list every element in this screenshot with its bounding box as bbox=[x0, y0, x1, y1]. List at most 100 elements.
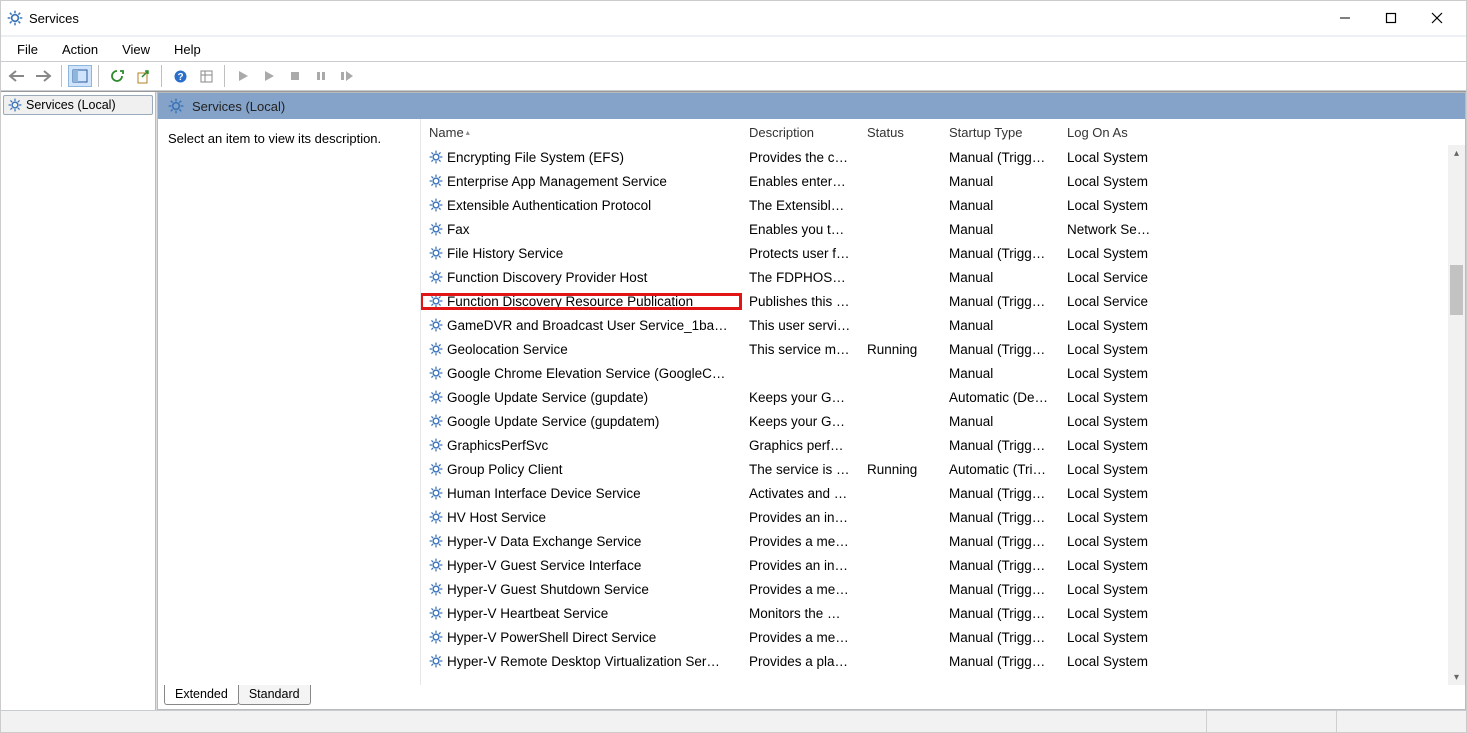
close-button[interactable] bbox=[1414, 2, 1460, 34]
column-header-startup[interactable]: Startup Type bbox=[941, 119, 1059, 145]
service-logon: Local System bbox=[1059, 318, 1161, 333]
help-button[interactable]: ? bbox=[168, 65, 192, 87]
service-name: Group Policy Client bbox=[447, 462, 563, 477]
start-service-button[interactable] bbox=[231, 65, 255, 87]
service-row[interactable]: Hyper-V Guest Shutdown ServiceProvides a… bbox=[421, 577, 1465, 601]
service-gear-icon bbox=[429, 390, 443, 404]
column-header-name[interactable]: Name▴ bbox=[421, 119, 741, 145]
menu-action[interactable]: Action bbox=[52, 40, 108, 59]
sort-asc-icon: ▴ bbox=[466, 128, 470, 137]
properties-button[interactable] bbox=[194, 65, 218, 87]
view-tabs: Extended Standard bbox=[158, 685, 1465, 709]
export-list-button[interactable] bbox=[131, 65, 155, 87]
service-row[interactable]: Enterprise App Management ServiceEnables… bbox=[421, 169, 1465, 193]
service-row[interactable]: Hyper-V Data Exchange Service Provides a … bbox=[421, 529, 1465, 553]
back-button[interactable] bbox=[5, 65, 29, 87]
service-gear-icon bbox=[429, 150, 443, 164]
service-row[interactable]: Extensible Authentication ProtocolThe Ex… bbox=[421, 193, 1465, 217]
service-row[interactable]: Function Discovery Provider HostThe FDPH… bbox=[421, 265, 1465, 289]
service-row[interactable]: Hyper-V Remote Desktop Virtualization Se… bbox=[421, 649, 1465, 673]
service-row[interactable]: Hyper-V Heartbeat ServiceMonitors the …M… bbox=[421, 601, 1465, 625]
scrollbar-up-icon[interactable]: ▴ bbox=[1448, 145, 1465, 161]
service-logon: Local System bbox=[1059, 390, 1161, 405]
service-gear-icon bbox=[429, 462, 443, 476]
restart-service-button[interactable] bbox=[335, 65, 359, 87]
column-header-status[interactable]: Status bbox=[859, 119, 941, 145]
service-row[interactable]: Function Discovery Resource PublicationP… bbox=[421, 289, 1465, 313]
service-gear-icon bbox=[429, 270, 443, 284]
column-header-logon[interactable]: Log On As bbox=[1059, 119, 1161, 145]
service-name: Human Interface Device Service bbox=[447, 486, 641, 501]
service-row[interactable]: Google Update Service (gupdate)Keeps you… bbox=[421, 385, 1465, 409]
service-description: The service is r… bbox=[741, 462, 859, 477]
service-startup: Manual (Trigg… bbox=[941, 486, 1059, 501]
service-row[interactable]: Google Update Service (gupdatem)Keeps yo… bbox=[421, 409, 1465, 433]
service-startup: Manual bbox=[941, 174, 1059, 189]
service-name: Hyper-V Guest Service Interface bbox=[447, 558, 641, 573]
service-description: Keeps your G… bbox=[741, 414, 859, 429]
service-startup: Manual (Trigg… bbox=[941, 342, 1059, 357]
menu-help[interactable]: Help bbox=[164, 40, 211, 59]
service-logon: Local System bbox=[1059, 246, 1161, 261]
service-description: Provides a me… bbox=[741, 630, 859, 645]
minimize-button[interactable] bbox=[1322, 2, 1368, 34]
show-hide-console-tree-button[interactable] bbox=[68, 65, 92, 87]
service-startup: Manual (Trigg… bbox=[941, 246, 1059, 261]
service-row[interactable]: HV Host ServiceProvides an in…Manual (Tr… bbox=[421, 505, 1465, 529]
service-logon: Local System bbox=[1059, 198, 1161, 213]
scrollbar-thumb[interactable] bbox=[1450, 265, 1463, 315]
service-gear-icon bbox=[429, 606, 443, 620]
refresh-button[interactable] bbox=[105, 65, 129, 87]
service-row[interactable]: Google Chrome Elevation Service (GoogleC… bbox=[421, 361, 1465, 385]
title-bar: Services bbox=[1, 1, 1466, 35]
service-description: Provides a me… bbox=[741, 582, 859, 597]
service-row[interactable]: Hyper-V PowerShell Direct ServiceProvide… bbox=[421, 625, 1465, 649]
service-name: Hyper-V Data Exchange Service bbox=[447, 534, 641, 549]
gear-icon bbox=[168, 98, 184, 114]
service-name: Extensible Authentication Protocol bbox=[447, 198, 651, 213]
service-row[interactable]: FaxEnables you t…ManualNetwork Se… bbox=[421, 217, 1465, 241]
forward-button[interactable] bbox=[31, 65, 55, 87]
scrollbar-down-icon[interactable]: ▾ bbox=[1448, 669, 1465, 685]
service-startup: Automatic (De… bbox=[941, 390, 1059, 405]
service-description: Enables enter… bbox=[741, 174, 859, 189]
service-logon: Local System bbox=[1059, 534, 1161, 549]
svg-text:?: ? bbox=[177, 72, 183, 83]
menu-file[interactable]: File bbox=[7, 40, 48, 59]
service-description: The FDPHOST … bbox=[741, 270, 859, 285]
service-row[interactable]: GraphicsPerfSvcGraphics perf…Manual (Tri… bbox=[421, 433, 1465, 457]
start-service-alt-button[interactable] bbox=[257, 65, 281, 87]
service-row[interactable]: Group Policy ClientThe service is r…Runn… bbox=[421, 457, 1465, 481]
service-logon: Local System bbox=[1059, 342, 1161, 357]
tab-standard[interactable]: Standard bbox=[238, 685, 311, 705]
service-gear-icon bbox=[429, 486, 443, 500]
details-pane: Services (Local) Select an item to view … bbox=[156, 92, 1466, 710]
service-row[interactable]: Human Interface Device ServiceActivates … bbox=[421, 481, 1465, 505]
service-name: File History Service bbox=[447, 246, 563, 261]
service-row[interactable]: File History Service Protects user f… Manu… bbox=[421, 241, 1465, 265]
pause-service-button[interactable] bbox=[309, 65, 333, 87]
service-name: Google Chrome Elevation Service (GoogleC… bbox=[447, 366, 725, 381]
service-row[interactable]: Encrypting File System (EFS)Provides the… bbox=[421, 145, 1465, 169]
service-logon: Local System bbox=[1059, 510, 1161, 525]
service-startup: Manual (Trigg… bbox=[941, 438, 1059, 453]
tab-extended[interactable]: Extended bbox=[164, 685, 239, 705]
stop-service-button[interactable] bbox=[283, 65, 307, 87]
service-name: HV Host Service bbox=[447, 510, 546, 525]
vertical-scrollbar[interactable]: ▴ ▾ bbox=[1448, 145, 1465, 685]
service-row[interactable]: GameDVR and Broadcast User Service_1ba…T… bbox=[421, 313, 1465, 337]
column-header-description[interactable]: Description bbox=[741, 119, 859, 145]
service-startup: Manual bbox=[941, 222, 1059, 237]
service-description: Publishes this … bbox=[741, 294, 859, 309]
tree-node-services-local[interactable]: Services (Local) bbox=[3, 95, 153, 115]
app-gear-icon bbox=[7, 10, 23, 26]
maximize-button[interactable] bbox=[1368, 2, 1414, 34]
menu-view[interactable]: View bbox=[112, 40, 160, 59]
service-row[interactable]: Geolocation ServiceThis service m…Runnin… bbox=[421, 337, 1465, 361]
service-description: Protects user f… bbox=[741, 246, 859, 261]
service-name: Google Update Service (gupdate) bbox=[447, 390, 648, 405]
service-description: Provides a me… bbox=[741, 534, 859, 549]
service-startup: Manual bbox=[941, 270, 1059, 285]
service-description: This service m… bbox=[741, 342, 859, 357]
service-row[interactable]: Hyper-V Guest Service InterfaceProvides … bbox=[421, 553, 1465, 577]
